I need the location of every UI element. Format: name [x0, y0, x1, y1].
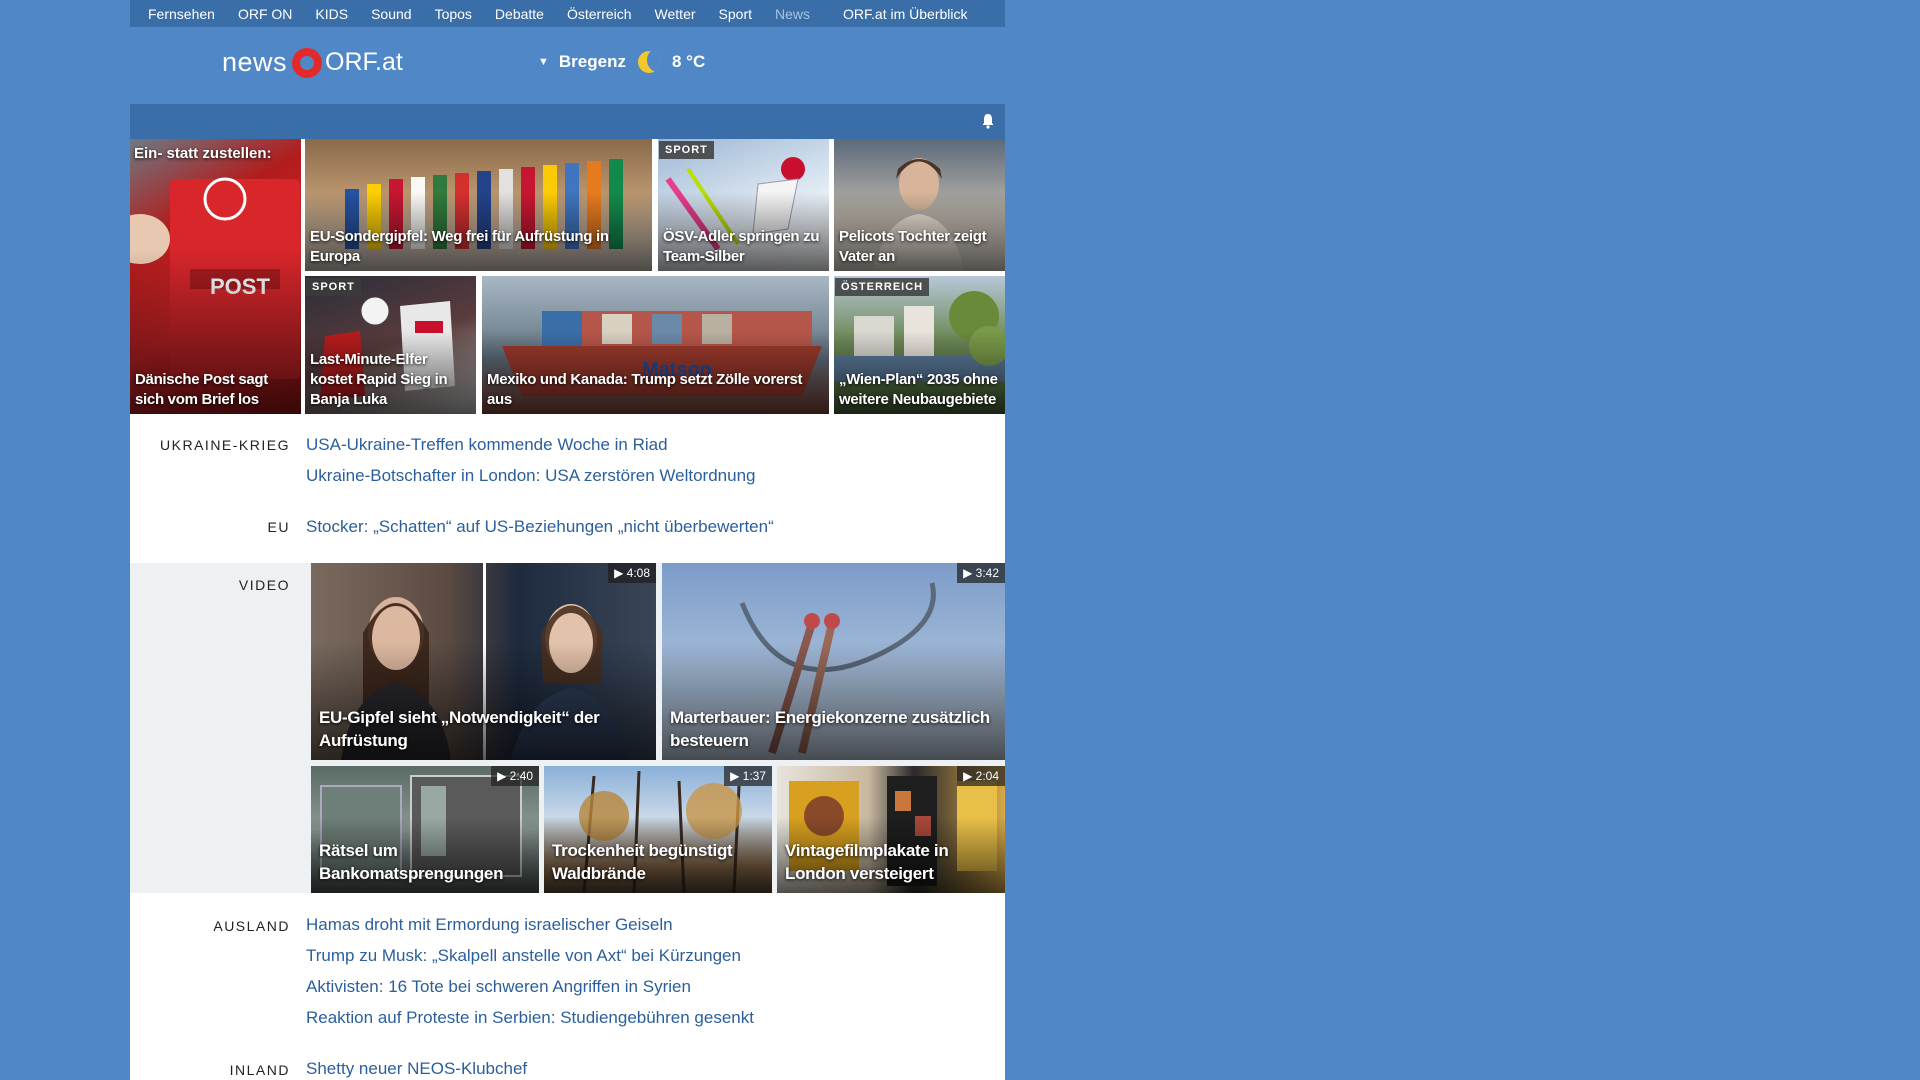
- headline-link[interactable]: Reaktion auf Proteste in Serbien: Studie…: [306, 1008, 754, 1028]
- nav-wetter[interactable]: Wetter: [655, 6, 696, 22]
- nav-news[interactable]: News: [775, 6, 810, 22]
- nav-kids[interactable]: KIDS: [315, 6, 348, 22]
- video-section: VIDEO ▶ 4:08 EU-Gipfel sieht „Notwendigk…: [130, 563, 1005, 893]
- tile-headline: „Wien-Plan“ 2035 ohne weitere Neubaugebi…: [839, 371, 998, 408]
- story-tile-rapid[interactable]: SPORT Last-Minute-Elfer kostet Rapid Sie…: [305, 276, 476, 414]
- story-tile-post[interactable]: POST Ein- statt zustellen: Dänische Post…: [130, 139, 301, 414]
- video-duration: ▶ 3:42: [957, 563, 1005, 583]
- site-logo[interactable]: news ORF.at: [222, 47, 403, 78]
- section-label-ukraine: UKRAINE-KRIEG: [160, 437, 290, 453]
- tile-headline: EU-Sondergipfel: Weg frei für Aufrüstung…: [310, 228, 609, 265]
- tile-headline: EU-Gipfel sieht „Notwendigkeit“ der Aufr…: [319, 708, 600, 750]
- section-label-ausland: AUSLAND: [213, 918, 290, 934]
- story-tile-ski-jump[interactable]: SPORT ÖSV-Adler springen zu Team-Silber: [658, 139, 829, 271]
- play-icon: ▶: [730, 769, 740, 783]
- duration-text: 1:37: [742, 769, 766, 783]
- story-tile-pelicot[interactable]: Pelicots Tochter zeigt Vater an: [834, 139, 1005, 271]
- video-tile-eu-gipfel[interactable]: ▶ 4:08 EU-Gipfel sieht „Notwendigkeit“ d…: [311, 563, 656, 760]
- tile-headline: Pelicots Tochter zeigt Vater an: [839, 228, 987, 265]
- top-navigation: Fernsehen ORF ON KIDS Sound Topos Debatt…: [130, 0, 1005, 27]
- headline-link[interactable]: USA-Ukraine-Treffen kommende Woche in Ri…: [306, 435, 668, 455]
- moon-icon: [637, 51, 660, 73]
- play-icon: ▶: [963, 769, 973, 783]
- video-tile-marterbauer[interactable]: ▶ 3:42 Marterbauer: Energiekonzerne zusä…: [662, 563, 1005, 760]
- site-header: news ORF.at ▼ Bregenz 8 °C: [130, 27, 1005, 104]
- duration-text: 3:42: [975, 566, 999, 580]
- weather-temperature: 8 °C: [671, 52, 706, 71]
- play-icon: ▶: [497, 769, 507, 783]
- section-label-eu: EU: [267, 519, 290, 535]
- weather-city: Bregenz: [558, 52, 626, 71]
- nav-overview[interactable]: ORF.at im Überblick: [843, 6, 967, 22]
- video-duration: ▶ 4:08: [608, 563, 656, 583]
- tile-headline: Dänische Post sagt sich vom Brief los: [135, 371, 268, 408]
- tile-headline: Marterbauer: Energiekonzerne zusätzlich …: [670, 708, 990, 750]
- category-badge: SPORT: [306, 278, 361, 296]
- video-duration: ▶ 2:40: [491, 766, 539, 786]
- story-tile-wien-plan[interactable]: ÖSTERREICH „Wien-Plan“ 2035 ohne weitere…: [834, 276, 1005, 414]
- section-label-video: VIDEO: [238, 577, 290, 593]
- headline-link[interactable]: Stocker: „Schatten“ auf US-Beziehungen „…: [306, 517, 774, 537]
- video-duration: ▶ 2:04: [957, 766, 1005, 786]
- category-badge: SPORT: [659, 141, 714, 159]
- nav-debatte[interactable]: Debatte: [495, 6, 544, 22]
- tile-headline: ÖSV-Adler springen zu Team-Silber: [663, 228, 820, 265]
- main-content: POST Ein- statt zustellen: Dänische Post…: [130, 104, 1005, 1080]
- play-icon: ▶: [963, 566, 973, 580]
- headline-link[interactable]: Shetty neuer NEOS-Klubchef: [306, 1059, 527, 1079]
- nav-sound[interactable]: Sound: [371, 6, 411, 22]
- nav-oesterreich[interactable]: Österreich: [567, 6, 632, 22]
- section-label-inland: INLAND: [229, 1062, 290, 1078]
- tile-headline: Rätsel um Bankomatsprengungen: [319, 841, 504, 883]
- tile-headline: Trockenheit begünstigt Waldbrände: [552, 841, 733, 883]
- video-tile-bankomat[interactable]: ▶ 2:40 Rätsel um Bankomatsprengungen: [311, 766, 539, 893]
- category-badge: ÖSTERREICH: [835, 278, 930, 296]
- story-tile-eu-summit[interactable]: EU-Sondergipfel: Weg frei für Aufrüstung…: [305, 139, 652, 271]
- video-tile-waldbraende[interactable]: ▶ 1:37 Trockenheit begünstigt Waldbrände: [544, 766, 772, 893]
- logo-news-text: news: [222, 47, 288, 77]
- tile-headline: Mexiko und Kanada: Trump setzt Zölle vor…: [487, 371, 803, 408]
- bell-icon[interactable]: [981, 113, 995, 129]
- nav-orf-on[interactable]: ORF ON: [238, 6, 292, 22]
- story-tile-tariffs[interactable]: Matson Mexiko und Kanada: Trump setzt Zö…: [482, 276, 829, 414]
- weather-widget[interactable]: ▼ Bregenz 8 °C: [538, 51, 705, 73]
- video-duration: ▶ 1:37: [724, 766, 772, 786]
- play-icon: ▶: [614, 566, 624, 580]
- headline-link[interactable]: Hamas droht mit Ermordung israelischer G…: [306, 915, 673, 935]
- dropdown-arrow-icon: ▼: [538, 56, 549, 68]
- duration-text: 2:40: [509, 769, 533, 783]
- logo-orf-text: ORF.at: [325, 48, 403, 76]
- duration-text: 4:08: [626, 566, 650, 580]
- orf-eye-icon: [292, 47, 323, 78]
- headline-link[interactable]: Ukraine-Botschafter in London: USA zerst…: [306, 466, 756, 486]
- headline-link[interactable]: Trump zu Musk: „Skalpell anstelle von Ax…: [306, 946, 741, 966]
- sub-header-bar: [130, 104, 1005, 139]
- duration-text: 2:04: [975, 769, 999, 783]
- tile-kicker: Ein- statt zustellen:: [134, 145, 272, 162]
- tile-headline: Last-Minute-Elfer kostet Rapid Sieg in B…: [310, 351, 448, 408]
- tile-headline: Vintagefilmplakate in London versteigert: [785, 841, 949, 883]
- video-tile-filmplakate[interactable]: ▶ 2:04 Vintagefilmplakate in London vers…: [777, 766, 1005, 893]
- headline-link[interactable]: Aktivisten: 16 Tote bei schweren Angriff…: [306, 977, 691, 997]
- nav-topos[interactable]: Topos: [435, 6, 472, 22]
- nav-sport[interactable]: Sport: [719, 6, 752, 22]
- nav-fernsehen[interactable]: Fernsehen: [148, 6, 215, 22]
